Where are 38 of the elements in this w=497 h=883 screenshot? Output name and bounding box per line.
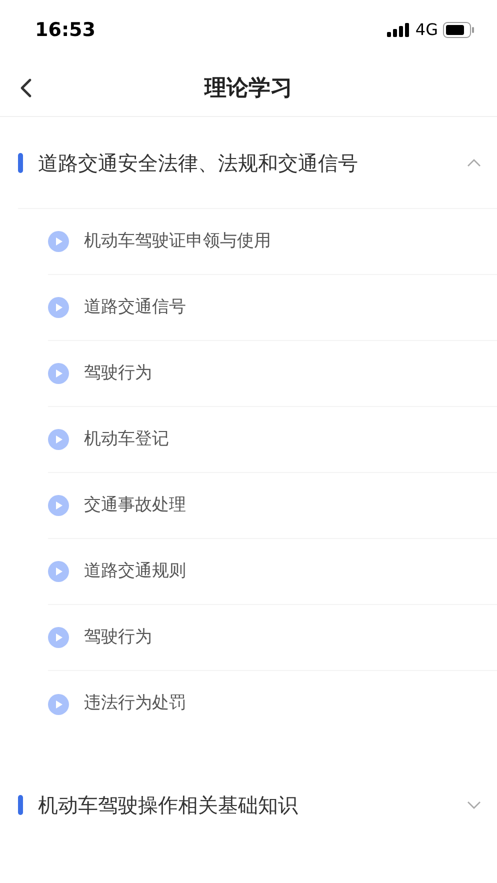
play-icon	[48, 561, 69, 582]
lesson-title: 违法行为处罚	[84, 692, 186, 716]
network-label: 4G	[415, 19, 438, 41]
lesson-title: 驾驶行为	[84, 362, 152, 385]
play-icon	[48, 363, 69, 384]
lesson-title: 机动车驾驶证申领与使用	[84, 230, 271, 253]
page-title: 理论学习	[204, 74, 292, 102]
lesson-item[interactable]: 违法行为处罚	[48, 671, 497, 737]
lesson-item[interactable]: 道路交通信号	[48, 275, 497, 341]
lesson-item[interactable]: 道路交通规则	[48, 539, 497, 605]
back-icon	[20, 78, 32, 98]
play-icon	[48, 495, 69, 516]
lesson-title: 交通事故处理	[84, 494, 186, 517]
lesson-item[interactable]: 驾驶行为	[48, 341, 497, 407]
lesson-item[interactable]: 机动车登记	[48, 407, 497, 473]
play-icon	[48, 694, 69, 714]
lesson-title: 道路交通信号	[84, 296, 186, 319]
lesson-title: 道路交通规则	[84, 560, 186, 583]
section-title: 机动车驾驶操作相关基础知识	[38, 792, 299, 818]
lesson-title: 机动车登记	[84, 428, 169, 451]
lesson-item[interactable]: 交通事故处理	[48, 473, 497, 539]
play-icon	[48, 429, 69, 450]
section-title: 道路交通安全法律、法规和交通信号	[38, 150, 359, 176]
section-accent	[18, 794, 23, 814]
battery-icon	[443, 22, 475, 38]
lesson-item[interactable]: 机动车驾驶证申领与使用	[48, 209, 497, 275]
play-icon	[48, 297, 69, 318]
signal-icon	[387, 23, 410, 37]
chevron-down-icon	[467, 800, 481, 808]
lesson-item[interactable]: 驾驶行为	[48, 605, 497, 671]
section-accent	[18, 152, 23, 172]
section-header[interactable]: 机动车驾驶操作相关基础知识	[18, 759, 497, 851]
lesson-title: 驾驶行为	[84, 626, 152, 649]
chevron-up-icon	[467, 158, 481, 166]
section-header[interactable]: 道路交通安全法律、法规和交通信号	[18, 117, 497, 209]
play-icon	[48, 627, 69, 648]
status-time: 16:53	[35, 18, 96, 43]
play-icon	[48, 231, 69, 252]
